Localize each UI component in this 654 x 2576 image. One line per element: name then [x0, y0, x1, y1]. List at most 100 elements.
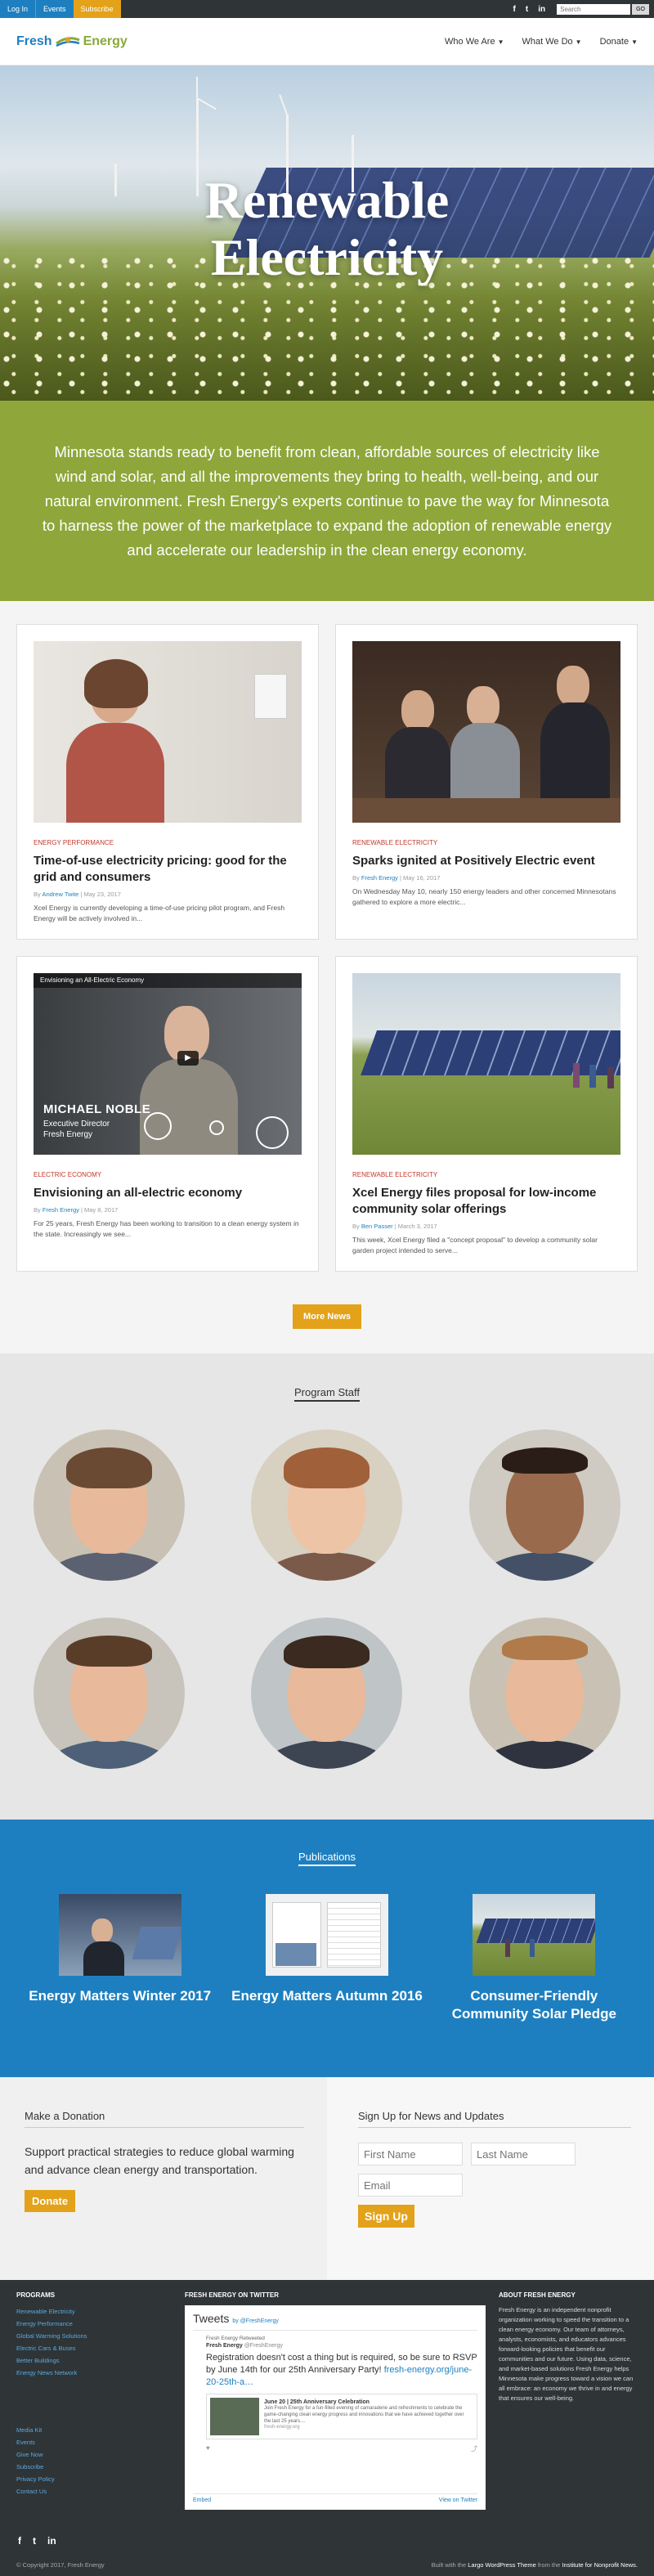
article-category[interactable]: Energy Performance [34, 839, 302, 846]
retweet-label: Fresh Energy Retweeted [206, 2336, 265, 2341]
logo-text-energy: Energy [83, 34, 128, 48]
article-category[interactable]: Renewable Electricity [352, 1171, 620, 1178]
turbine-blade [196, 77, 198, 98]
publication-cover [473, 1894, 596, 1976]
footer-program-link[interactable]: Energy Performance [16, 2318, 172, 2330]
twitter-icon[interactable]: t [33, 2535, 36, 2547]
inn-link[interactable]: Institute for Nonprofit News. [562, 2561, 638, 2569]
footer-program-link[interactable]: Electric Cars & Buses [16, 2342, 172, 2354]
byline-prefix: By [34, 1206, 41, 1214]
footer-program-link[interactable]: Better Buildings [16, 2354, 172, 2367]
byline-prefix: By [352, 1223, 360, 1230]
facebook-icon[interactable]: f [18, 2535, 21, 2547]
article-card[interactable]: Renewable Electricity Xcel Energy files … [335, 956, 638, 1272]
events-link[interactable]: Events [35, 0, 74, 18]
publications-grid: Energy Matters Winter 2017 Energy Matter… [16, 1894, 638, 2023]
article-category[interactable]: Electric Economy [34, 1171, 302, 1178]
footer-program-link[interactable]: Global Warming Solutions [16, 2330, 172, 2342]
login-link[interactable]: Log In [0, 0, 36, 18]
intro-section: Minnesota stands ready to benefit from c… [0, 401, 654, 601]
utility-bar: Log In Events Subscribe f t in GO [0, 0, 654, 18]
staff-photo[interactable] [33, 1618, 185, 1769]
nav-donate[interactable]: Donate ▼ [600, 37, 638, 47]
footer-link[interactable]: Give Now [16, 2448, 172, 2461]
staff-photo[interactable] [251, 1618, 403, 1769]
article-author[interactable]: Ben Passer [361, 1223, 393, 1230]
site-logo[interactable]: Fresh Energy [16, 34, 128, 49]
facebook-icon[interactable]: f [513, 5, 516, 14]
staff-photo[interactable] [33, 1429, 185, 1581]
like-icon[interactable]: ♥ [206, 2444, 210, 2453]
donate-button[interactable]: Donate [25, 2190, 76, 2212]
last-name-field[interactable] [471, 2143, 576, 2165]
article-title[interactable]: Time-of-use electricity pricing: good fo… [34, 853, 302, 886]
largo-link[interactable]: Largo WordPress Theme [468, 2561, 536, 2569]
publication-title[interactable]: Energy Matters Autumn 2016 [223, 1987, 430, 2005]
tweet-card-description: Join Fresh Energy for a fun-filled eveni… [264, 2406, 464, 2424]
staff-grid [0, 1429, 654, 1769]
article-card[interactable]: Envisioning an All-Electric Economy ▶ MI… [16, 956, 319, 1272]
article-card[interactable]: Renewable Electricity Sparks ignited at … [335, 624, 638, 940]
article-author[interactable]: Fresh Energy [361, 874, 398, 882]
tweets-by[interactable]: by @FreshEnergy [232, 2318, 279, 2324]
staff-heading: Program Staff [0, 1386, 654, 1402]
twitter-icon[interactable]: t [526, 5, 528, 14]
linkedin-icon[interactable]: in [47, 2535, 56, 2547]
footer-program-link[interactable]: Energy News Network [16, 2367, 172, 2379]
built-text: from the [537, 2561, 561, 2569]
email-field[interactable] [358, 2174, 463, 2197]
hero-banner: Renewable Electricity [0, 65, 654, 401]
article-author[interactable]: Andrew Twite [42, 891, 78, 898]
article-title[interactable]: Xcel Energy files proposal for low-incom… [352, 1185, 620, 1218]
publication-item[interactable]: Energy Matters Autumn 2016 [223, 1894, 430, 2023]
turbine-blade [279, 94, 288, 115]
twitter-timeline[interactable]: Tweets by @FreshEnergy Fresh Energy Retwe… [185, 2305, 486, 2510]
nav-label: What We Do [522, 36, 573, 47]
article-author[interactable]: Fresh Energy [43, 1206, 79, 1214]
article-category[interactable]: Renewable Electricity [352, 839, 620, 846]
video-speaker-role: Executive Director Fresh Energy [43, 1119, 110, 1140]
footer-program-link[interactable]: Renewable Electricity [16, 2305, 172, 2318]
view-on-twitter-link[interactable]: View on Twitter [439, 2497, 477, 2503]
publication-item[interactable]: Energy Matters Winter 2017 [16, 1894, 223, 2023]
tweet-link-card[interactable]: June 20 | 25th Anniversary Celebration J… [206, 2394, 477, 2439]
article-image [34, 641, 302, 823]
footer-link[interactable]: Privacy Policy [16, 2473, 172, 2485]
footer-social: f t in [18, 2535, 56, 2547]
staff-photo[interactable] [251, 1429, 403, 1581]
nav-who-we-are[interactable]: Who We Are ▼ [445, 37, 504, 47]
footer-link[interactable]: Media Kit [16, 2424, 172, 2436]
hero-title: Renewable Electricity [0, 172, 654, 286]
article-card[interactable]: Energy Performance Time-of-use electrici… [16, 624, 319, 940]
footer-link[interactable]: Subscribe [16, 2461, 172, 2473]
subscribe-link[interactable]: Subscribe [73, 0, 121, 18]
signup-button[interactable]: Sign Up [358, 2205, 414, 2228]
play-icon[interactable]: ▶ [177, 1051, 199, 1066]
signup-heading: Sign Up for News and Updates [358, 2110, 631, 2128]
footer-link[interactable]: Events [16, 2436, 172, 2448]
nav-what-we-do[interactable]: What We Do ▼ [522, 37, 582, 47]
staff-photo[interactable] [469, 1429, 621, 1581]
footer-link[interactable]: Contact Us [16, 2485, 172, 2497]
chevron-down-icon: ▼ [575, 38, 582, 46]
share-icon[interactable]: ⤴ [471, 2444, 477, 2453]
staff-photo[interactable] [469, 1618, 621, 1769]
linkedin-icon[interactable]: in [538, 5, 545, 14]
publication-title[interactable]: Consumer-Friendly Community Solar Pledge [431, 1987, 638, 2023]
video-role-line2: Fresh Energy [43, 1130, 93, 1139]
more-news-button[interactable]: More News [292, 1304, 362, 1329]
publication-item[interactable]: Consumer-Friendly Community Solar Pledge [431, 1894, 638, 2023]
search-go-button[interactable]: GO [632, 3, 649, 15]
search-input[interactable] [557, 3, 631, 15]
tweet-author[interactable]: Fresh Energy @FreshEnergy [206, 2343, 477, 2349]
logo-text-fresh: Fresh [16, 34, 52, 48]
embed-link[interactable]: Embed [193, 2497, 211, 2503]
article-video[interactable]: Envisioning an All-Electric Economy ▶ MI… [34, 973, 302, 1155]
publication-title[interactable]: Energy Matters Winter 2017 [16, 1987, 223, 2005]
email-row [358, 2174, 631, 2197]
article-title[interactable]: Envisioning an all-electric economy [34, 1185, 302, 1201]
site-footer: Programs Renewable Electricity Energy Pe… [0, 2280, 654, 2576]
article-title[interactable]: Sparks ignited at Positively Electric ev… [352, 853, 620, 869]
first-name-field[interactable] [358, 2143, 463, 2165]
